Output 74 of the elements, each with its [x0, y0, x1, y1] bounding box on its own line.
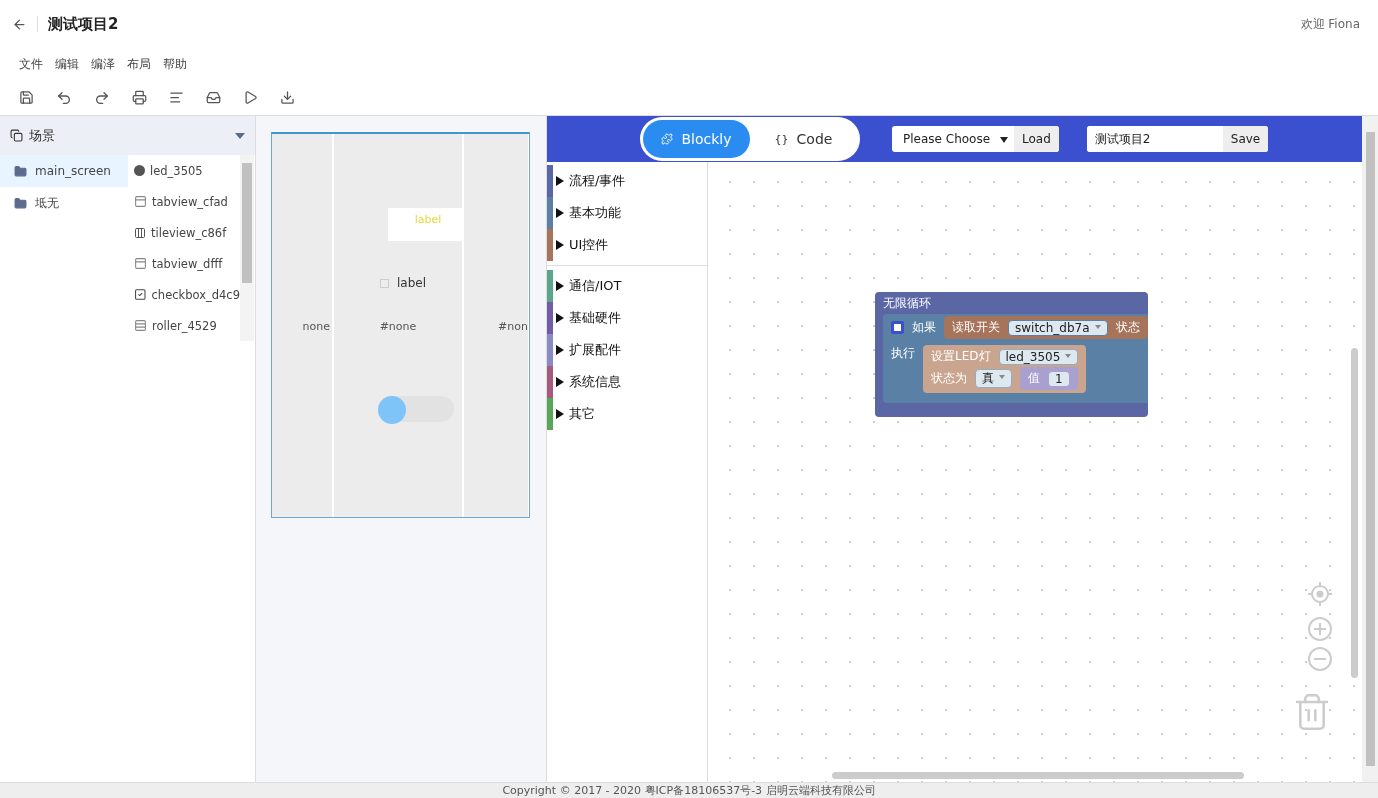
scrollbar[interactable]	[240, 155, 254, 341]
block-label: 状态	[1115, 319, 1140, 336]
menu-item[interactable]: 布局	[127, 55, 151, 73]
tab-label: #non	[498, 320, 528, 333]
loop-block[interactable]: 无限循环 如果 读取开关 switch_db7a 状态 执行 设置LED灯 led_3505 状态为 真 值 1	[875, 292, 1148, 417]
tab-panel-icon	[134, 257, 147, 270]
block-label: 执行	[891, 345, 915, 362]
read-switch-block[interactable]: 读取开关 switch_db7a 状态	[944, 316, 1148, 339]
widget-name: tileview_c86f	[151, 225, 227, 240]
back-button[interactable]	[12, 16, 27, 32]
project-title: 测试项目2	[48, 14, 120, 34]
widget-item[interactable]: checkbox_d4c9	[128, 279, 240, 310]
widget-name: checkbox_d4c9	[151, 287, 240, 302]
bool-dropdown[interactable]: 真	[975, 369, 1012, 388]
checkbox[interactable]	[380, 278, 389, 288]
vertical-scrollbar[interactable]	[1351, 348, 1358, 678]
puzzle-icon	[661, 133, 674, 145]
rows-icon	[134, 319, 147, 332]
undo-icon[interactable]	[56, 89, 72, 106]
block-label: 设置LED灯	[931, 348, 991, 365]
tab-label: none	[302, 320, 330, 333]
block-label: 如果	[912, 319, 936, 336]
checkbox-label: label	[397, 276, 427, 290]
columns-icon	[134, 226, 146, 239]
tab-panel-icon	[134, 195, 147, 208]
if-block[interactable]: 如果 读取开关 switch_db7a 状态 执行 设置LED灯 led_3505 状态为 真 值 1	[883, 314, 1148, 403]
scene-item[interactable]: main_screen	[0, 155, 128, 187]
widget-name: roller_4529	[152, 318, 217, 333]
align-icon[interactable]	[169, 90, 184, 105]
set-led-block[interactable]: 设置LED灯 led_3505 状态为 真 值 1	[923, 345, 1087, 393]
play-icon[interactable]	[243, 90, 258, 105]
block-label: 读取开关	[952, 319, 1000, 336]
menu-item[interactable]: 编泽	[91, 55, 115, 73]
page-scrollbar[interactable]	[1362, 116, 1378, 782]
copy-icon	[10, 129, 23, 142]
folder-icon	[14, 164, 27, 178]
menu-item[interactable]: 文件	[19, 55, 43, 73]
save-icon[interactable]	[19, 90, 34, 105]
inbox-icon[interactable]	[206, 90, 221, 105]
scene-item[interactable]: 坻无	[0, 187, 128, 219]
widget-item[interactable]: tileview_c86f	[128, 217, 240, 248]
copyright-text: Copyright © 2017 - 2020 粤ICP备18106537号-3 启明云端科技有限公司	[0, 782, 1378, 798]
number-field[interactable]: 1	[1048, 370, 1070, 387]
save-button[interactable]: Save	[1222, 126, 1269, 152]
led-dropdown[interactable]: led_3505	[998, 348, 1079, 365]
widget-item[interactable]: roller_4529	[128, 310, 240, 341]
menu-item[interactable]: 编辑	[55, 55, 79, 73]
download-icon[interactable]	[280, 90, 295, 105]
block-label: 状态为	[931, 370, 967, 387]
printer-icon[interactable]	[132, 90, 147, 105]
switch-dropdown[interactable]: switch_db7a	[1008, 319, 1108, 336]
block-label: 无限循环	[883, 295, 932, 312]
tab-label: #none	[379, 320, 417, 333]
widget-name: tabview_dfff	[152, 256, 223, 271]
folder-icon	[14, 196, 27, 210]
widget-name: led_3505	[150, 163, 203, 178]
load-button[interactable]: Load	[1014, 126, 1059, 152]
braces-icon: {}	[774, 132, 789, 146]
value-block[interactable]: 值 1	[1020, 367, 1078, 390]
widget-item[interactable]: tabview_dfff	[128, 248, 240, 279]
checkbox-icon	[134, 288, 147, 301]
widget-item[interactable]: led_3505	[128, 155, 240, 186]
project-name-field[interactable]: 测试项目2 Save	[1086, 126, 1269, 152]
switch-knob	[378, 396, 406, 424]
menu-item[interactable]: 帮助	[163, 55, 187, 73]
block-label: 值	[1028, 370, 1040, 387]
horizontal-scrollbar[interactable]	[832, 772, 1244, 779]
program-select[interactable]: Please Choose	[892, 126, 1014, 152]
welcome-text: 欢迎 Fiona	[1300, 15, 1360, 33]
panel-title: 场景	[29, 126, 55, 145]
circle-icon	[134, 165, 145, 176]
widget-item[interactable]: tabview_cfad	[128, 186, 240, 217]
redo-icon[interactable]	[94, 89, 110, 106]
widget-name: tabview_cfad	[152, 194, 228, 209]
